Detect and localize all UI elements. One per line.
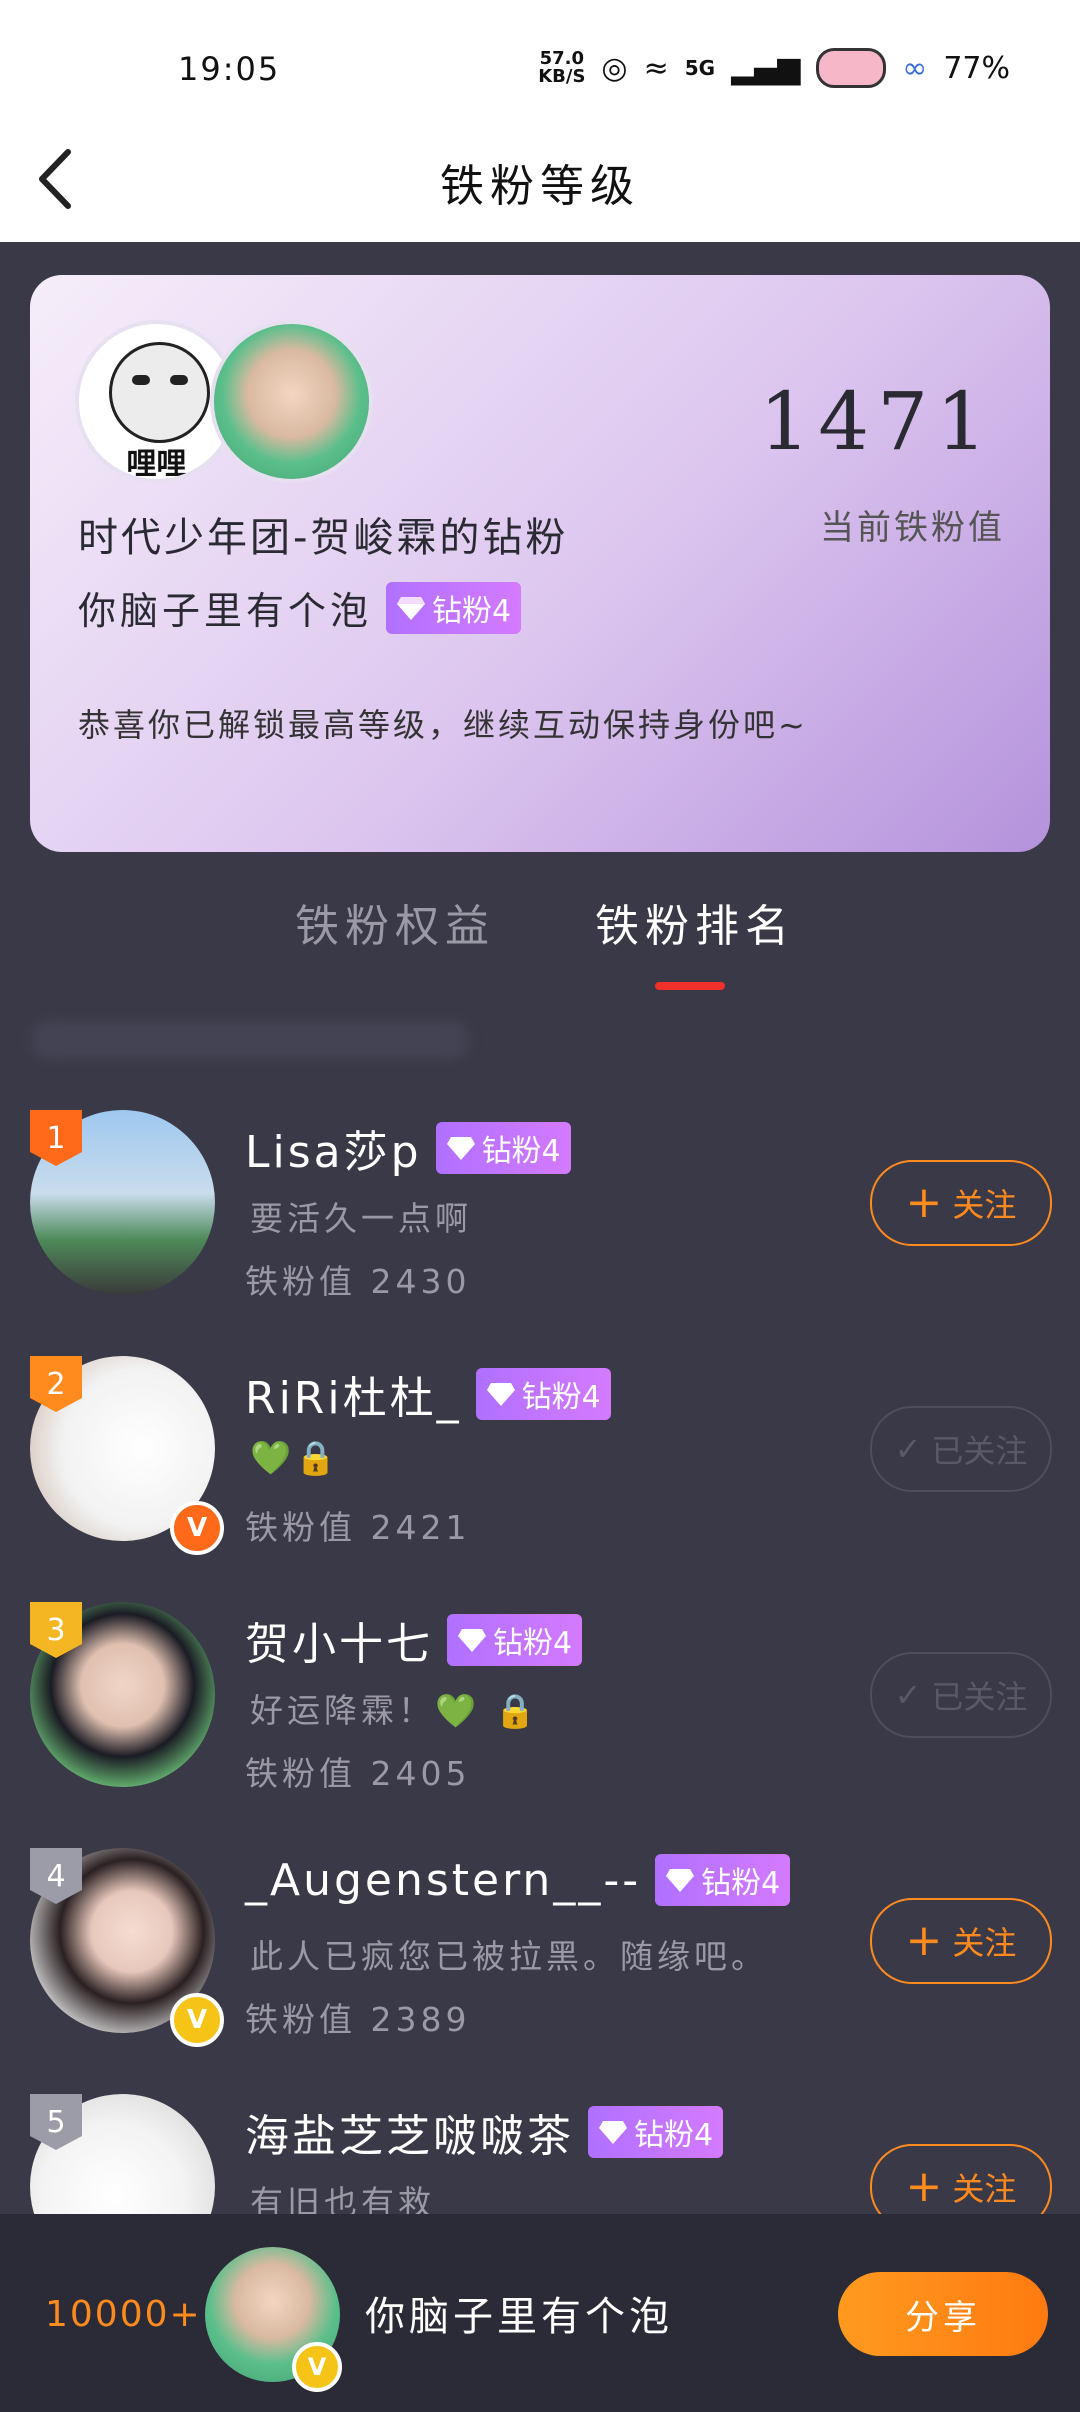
follow-button[interactable]: + 关注 — [870, 1898, 1052, 1984]
idol-avatar — [210, 320, 373, 483]
check-icon: ✓ — [894, 1430, 922, 1468]
user-fan-score: 铁粉值 2405 — [245, 1754, 471, 1793]
fan-score-label: 当前铁粉值 — [820, 508, 1005, 548]
user-name-row: Lisa莎p 钻粉4 — [245, 1116, 571, 1180]
meme-face — [109, 342, 210, 443]
user-signature: 要活久一点啊 — [250, 1199, 472, 1238]
user-name-row: _Augenstern__-- 钻粉4 — [245, 1854, 791, 1906]
fan-username-row: 你脑子里有个泡 钻粉4 — [78, 580, 522, 635]
user-signature: 此人已疯您已被拉黑。随缘吧。 — [250, 1937, 768, 1976]
verified-v-icon: V — [170, 1501, 224, 1555]
tab-bar: 铁粉权益 铁粉排名 — [0, 890, 1080, 990]
tab-fan-ranking[interactable]: 铁粉排名 — [595, 890, 795, 954]
status-icons: 57.0 KB/S ◎ ≈ 5G ▂▄▆ ∞ 77% — [538, 48, 1010, 88]
fan-level-badge: 钻粉4 — [475, 1368, 611, 1420]
ranking-row-2[interactable]: 2 V RiRi杜杜_ 钻粉4 💚🔒 铁粉值 2421 ✓ 已关注 — [0, 1356, 1080, 1602]
user-signature: 好运降霖！💚 🔒 — [250, 1691, 540, 1730]
fan-level-badge: 钻粉4 — [386, 581, 522, 634]
user-name[interactable]: 海盐芝芝啵啵茶 — [245, 2100, 574, 2164]
status-bar: 19:05 57.0 KB/S ◎ ≈ 5G ▂▄▆ ∞ 77% — [0, 0, 1080, 140]
user-name[interactable]: 贺小十七 — [245, 1608, 433, 1672]
user-name-row: 海盐芝芝啵啵茶 钻粉4 — [245, 2100, 724, 2164]
page-title: 铁粉等级 — [440, 161, 640, 212]
diamond-icon — [397, 596, 426, 620]
user-fan-score: 铁粉值 2421 — [245, 1508, 471, 1547]
user-fan-score: 铁粉值 2389 — [245, 2000, 471, 2039]
wifi-icon: ≈ — [643, 50, 669, 86]
followed-button[interactable]: ✓ 已关注 — [870, 1406, 1052, 1492]
fan-level-badge: 钻粉4 — [447, 1614, 583, 1666]
ranking-row-3[interactable]: 3 贺小十七 钻粉4 好运降霖！💚 🔒 铁粉值 2405 ✓ 已关注 — [0, 1602, 1080, 1848]
follow-button[interactable]: + 关注 — [870, 1160, 1052, 1246]
fan-group-title: 时代少年团-贺峻霖的钻粉 — [78, 515, 569, 561]
status-time: 19:05 — [178, 50, 281, 88]
plus-icon: + — [905, 1915, 943, 1966]
user-fan-score: 铁粉值 2430 — [245, 1262, 471, 1301]
congrats-message: 恭喜你已解锁最高等级，继续互动保持身份吧~ — [78, 706, 808, 744]
fan-level-card: 哩哩 时代少年团-贺峻霖的钻粉 你脑子里有个泡 钻粉4 1471 当前铁粉值 恭… — [30, 275, 1050, 852]
ranking-row-4[interactable]: 4 V _Augenstern__-- 钻粉4 此人已疯您已被拉黑。随缘吧。 铁… — [0, 1848, 1080, 2094]
plus-icon: + — [905, 1177, 943, 1228]
top-navigation: 铁粉等级 — [0, 120, 1080, 242]
battery-text: 77% — [943, 50, 1010, 86]
user-name-row: 贺小十七 钻粉4 — [245, 1608, 583, 1672]
my-rank-bar: 10000+ V 你脑子里有个泡 分享 — [0, 2214, 1080, 2412]
fan-level-badge: 钻粉4 — [588, 2106, 724, 2158]
diamond-icon — [599, 2121, 627, 2144]
fan-score-value: 1471 — [759, 375, 995, 468]
diamond-icon — [666, 1869, 695, 1892]
network-speed: 57.0 KB/S — [538, 48, 586, 87]
verified-v-icon: V — [292, 2342, 342, 2392]
blurred-notice — [30, 1020, 470, 1060]
plus-icon: + — [905, 2161, 943, 2212]
user-name-row: RiRi杜杜_ 钻粉4 — [245, 1362, 611, 1426]
user-name[interactable]: RiRi杜杜_ — [245, 1362, 462, 1426]
check-icon: ✓ — [894, 1676, 922, 1714]
share-button[interactable]: 分享 — [838, 2272, 1048, 2356]
hd-icon: ◎ — [601, 50, 628, 86]
user-signature: 💚🔒 — [250, 1438, 341, 1477]
pig-status-icon — [816, 48, 887, 88]
tab-fan-benefits[interactable]: 铁粉权益 — [295, 890, 495, 954]
fan-level-badge: 钻粉4 — [655, 1854, 791, 1906]
signal-icon: ▂▄▆ — [731, 50, 801, 86]
user-name[interactable]: Lisa莎p — [245, 1116, 422, 1180]
active-tab-indicator — [655, 982, 725, 990]
fan-username: 你脑子里有个泡 — [78, 589, 373, 633]
my-username: 你脑子里有个泡 — [365, 2294, 673, 2340]
user-name[interactable]: _Augenstern__-- — [245, 1855, 641, 1906]
ranking-row-1[interactable]: 1 Lisa莎p 钻粉4 要活久一点啊 铁粉值 2430 + 关注 — [0, 1110, 1080, 1356]
verified-v-icon: V — [170, 1993, 224, 2047]
diamond-icon — [446, 1137, 475, 1160]
glasses-icon: ∞ — [902, 50, 928, 86]
network-label: 5G — [684, 56, 716, 80]
diamond-icon — [486, 1383, 515, 1406]
followed-button[interactable]: ✓ 已关注 — [870, 1652, 1052, 1738]
fan-level-badge: 钻粉4 — [435, 1122, 571, 1174]
diamond-icon — [458, 1629, 486, 1652]
meme-avatar-text: 哩哩 — [126, 447, 187, 482]
my-rank: 10000+ — [45, 2294, 202, 2335]
